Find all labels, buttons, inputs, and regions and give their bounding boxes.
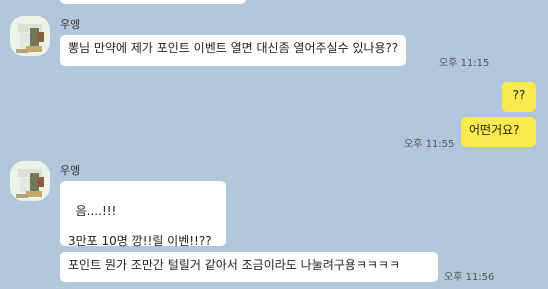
message-time: 오후 11:15 <box>439 58 490 69</box>
avatar[interactable] <box>10 16 50 56</box>
avatar[interactable] <box>10 161 50 201</box>
sender-name: 우엥 <box>60 18 81 31</box>
my-message-bubble: 어떤거요? <box>461 117 536 147</box>
message-text: 포인트 뭔가 조만간 털릴거 같아서 조금이라도 나눌려구용ㅋㅋㅋㅋ <box>68 258 401 272</box>
message-time: 오후 11:55 <box>404 139 455 150</box>
message-text: 음....!!! 3만포 10명 깡!!릴 이벤!!?? <box>68 204 212 248</box>
message-text: 뽕님 만약에 제가 포인트 이벤트 열면 대신좀 열어주실수 있나용?? <box>68 41 399 55</box>
message-bubble: 음....!!! 3만포 10명 깡!!릴 이벤!!?? <box>60 181 226 248</box>
message-text: 어떤거요? <box>469 123 520 137</box>
profile-photo-icon <box>10 16 50 56</box>
message-time: 오후 11:56 <box>444 272 495 283</box>
sender-name: 우엥 <box>60 164 81 177</box>
message-bubble: 뽕님 만약에 제가 포인트 이벤트 열면 대신좀 열어주실수 있나용?? <box>60 35 407 66</box>
message-text: ?? <box>512 88 526 102</box>
my-message-bubble: ?? <box>502 82 536 112</box>
message-bubble: 포인트 뭔가 조만간 털릴거 같아서 조금이라도 나눌려구용ㅋㅋㅋㅋ <box>60 252 438 282</box>
previous-message-bubble <box>60 0 246 4</box>
profile-photo-icon <box>10 161 50 201</box>
